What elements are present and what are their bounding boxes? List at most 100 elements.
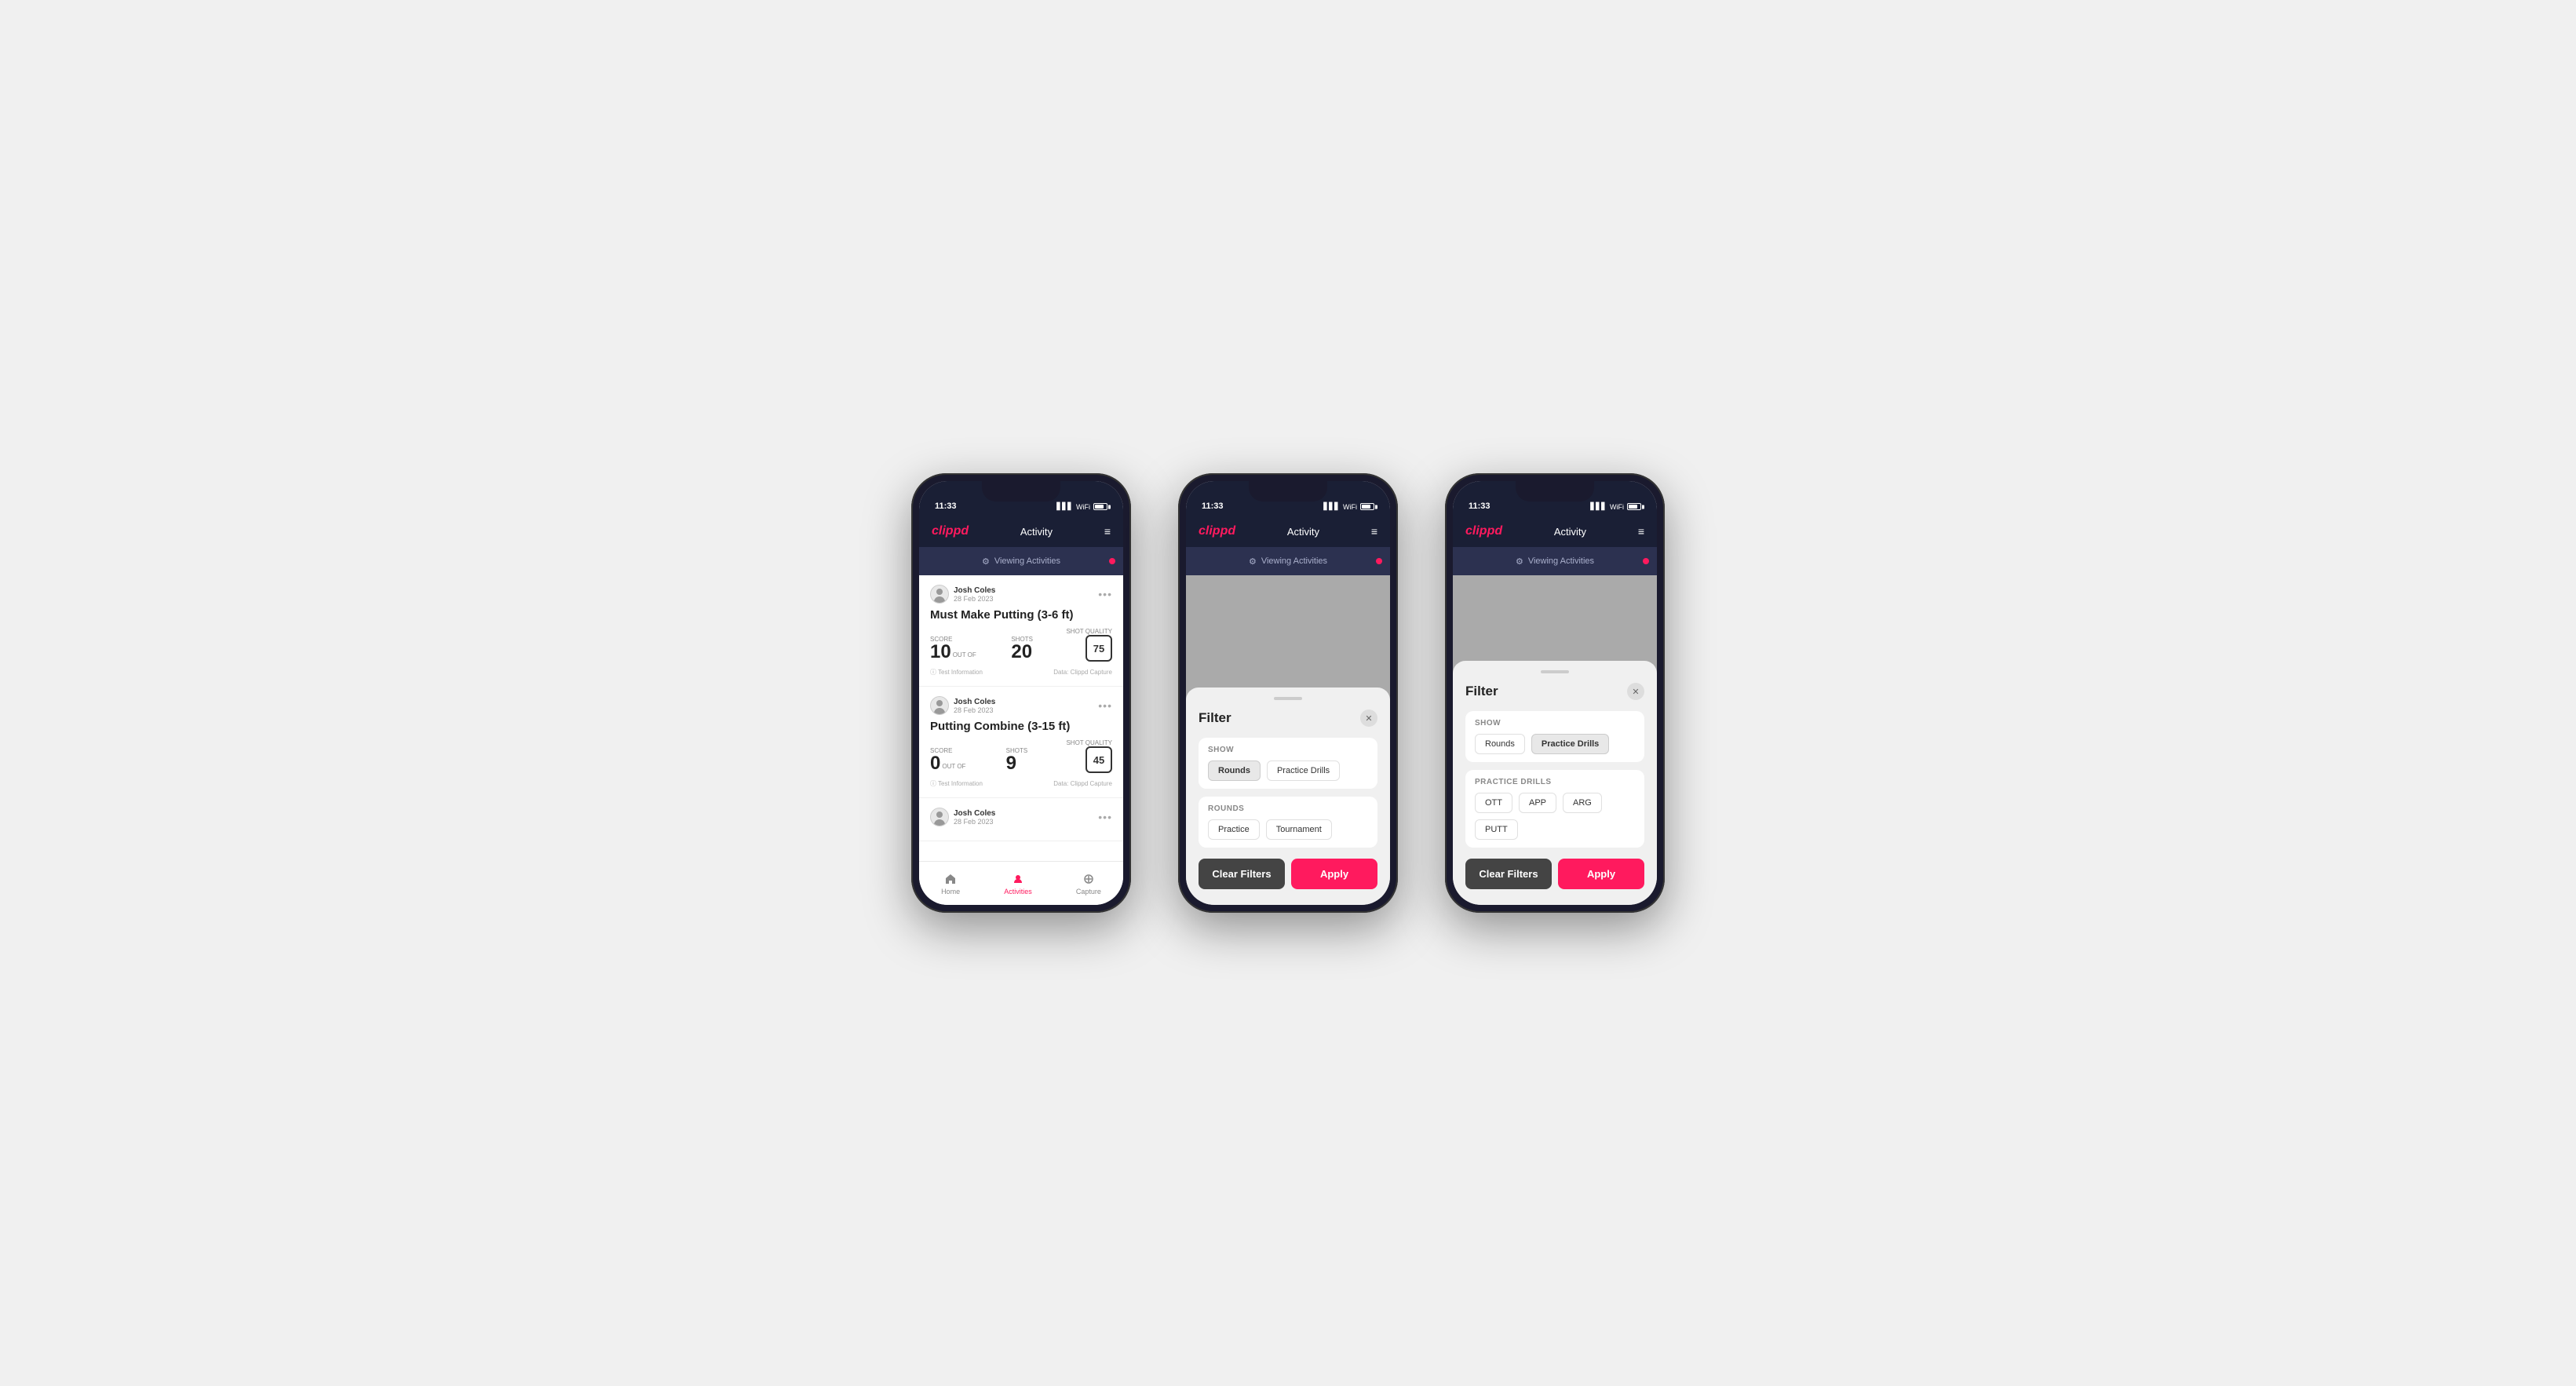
signal-icon: ▋▋▋ — [1056, 502, 1073, 511]
notification-dot-2 — [1376, 558, 1382, 564]
activity-title-2: Putting Combine (3-15 ft) — [930, 720, 1112, 733]
rounds-section-2: Rounds Practice Tournament — [1199, 797, 1377, 848]
score-value-2: 0 — [930, 754, 940, 773]
wifi-icon: WiFi — [1076, 503, 1090, 511]
notification-dot-3 — [1643, 558, 1649, 564]
user-date-2: 28 Feb 2023 — [954, 706, 995, 714]
rounds-toggle-2[interactable]: Rounds — [1208, 760, 1261, 781]
signal-icon-3: ▋▋▋ — [1590, 502, 1607, 511]
filter-sheet-3: Filter ✕ Show Rounds Practice Drills Pra… — [1453, 661, 1657, 905]
rounds-toggle-3[interactable]: Rounds — [1475, 734, 1525, 754]
nav-home[interactable]: Home — [941, 872, 960, 895]
out-of-1: OUT OF — [953, 651, 976, 658]
sheet-handle-2 — [1274, 697, 1302, 700]
top-nav-3: clippd Activity ≡ — [1453, 516, 1657, 547]
shots-value-1: 20 — [1011, 643, 1033, 662]
filter-sheet-2: Filter ✕ Show Rounds Practice Drills Rou… — [1186, 688, 1390, 905]
drills-label-3: Practice Drills — [1475, 778, 1635, 786]
avatar-2 — [930, 696, 949, 715]
nav-activities[interactable]: Activities — [1004, 872, 1032, 895]
data-source-2: Data: Clippd Capture — [1053, 780, 1112, 787]
apply-button-3[interactable]: Apply — [1558, 859, 1644, 889]
data-source-1: Data: Clippd Capture — [1053, 669, 1112, 676]
show-toggle-group-3: Rounds Practice Drills — [1475, 734, 1635, 754]
drills-toggle-group-3: OTT APP ARG PUTT — [1475, 793, 1635, 840]
viewing-bar-2: ⚙ Viewing Activities — [1186, 547, 1390, 575]
filter-header-3: Filter ✕ — [1465, 683, 1644, 700]
wifi-icon-2: WiFi — [1343, 503, 1357, 511]
user-date-1: 28 Feb 2023 — [954, 595, 995, 603]
app-btn-3[interactable]: APP — [1519, 793, 1556, 813]
practice-drills-toggle-3[interactable]: Practice Drills — [1531, 734, 1609, 754]
close-button-2[interactable]: ✕ — [1360, 709, 1377, 727]
show-label-3: Show — [1475, 719, 1635, 728]
nav-capture-label: Capture — [1076, 888, 1101, 895]
filter-title-2: Filter — [1199, 710, 1231, 726]
avatar-1 — [930, 585, 949, 604]
phone-3: 11:33 ▋▋▋ WiFi clippd Activity ≡ ⚙ Viewi… — [1445, 473, 1665, 913]
more-dots-1[interactable]: ••• — [1098, 588, 1112, 600]
sheet-handle-3 — [1541, 670, 1569, 673]
show-toggle-group-2: Rounds Practice Drills — [1208, 760, 1368, 781]
nav-menu-3[interactable]: ≡ — [1638, 525, 1644, 538]
wifi-icon-3: WiFi — [1610, 503, 1624, 511]
user-info-1: Josh Coles 28 Feb 2023 — [930, 585, 995, 604]
test-info-2: ⓘ Test Information — [930, 779, 983, 788]
shot-quality-1: 75 — [1085, 635, 1112, 662]
tournament-btn-2[interactable]: Tournament — [1266, 819, 1332, 840]
top-nav-2: clippd Activity ≡ — [1186, 516, 1390, 547]
apply-button-2[interactable]: Apply — [1291, 859, 1377, 889]
notch-3 — [1516, 481, 1594, 502]
nav-capture[interactable]: Capture — [1076, 872, 1101, 895]
signal-icon-2: ▋▋▋ — [1323, 502, 1340, 511]
nav-logo-1: clippd — [932, 524, 969, 538]
drills-section-3: Practice Drills OTT APP ARG PUTT — [1465, 770, 1644, 848]
close-button-3[interactable]: ✕ — [1627, 683, 1644, 700]
practice-round-btn-2[interactable]: Practice — [1208, 819, 1260, 840]
user-name-1: Josh Coles — [954, 586, 995, 595]
notification-dot-1 — [1109, 558, 1115, 564]
shots-value-2: 9 — [1006, 754, 1028, 773]
top-nav-1: clippd Activity ≡ — [919, 516, 1123, 547]
sq-label-1: Shot Quality — [1066, 628, 1112, 635]
status-time-3: 11:33 — [1469, 502, 1491, 511]
bottom-nav-1: Home Activities — [919, 861, 1123, 905]
more-dots-2[interactable]: ••• — [1098, 699, 1112, 712]
filter-actions-2: Clear Filters Apply — [1199, 859, 1377, 889]
phones-container: 11:33 ▋▋▋ WiFi clippd Activity ≡ ⚙ Viewi… — [911, 473, 1665, 913]
phone-1: 11:33 ▋▋▋ WiFi clippd Activity ≡ ⚙ Viewi… — [911, 473, 1131, 913]
activity-card-1[interactable]: Josh Coles 28 Feb 2023 ••• Must Make Put… — [919, 575, 1123, 687]
show-label-2: Show — [1208, 746, 1368, 754]
nav-logo-3: clippd — [1465, 524, 1502, 538]
nav-title-2: Activity — [1287, 526, 1319, 538]
shot-quality-2: 45 — [1085, 746, 1112, 773]
user-info-2: Josh Coles 28 Feb 2023 — [930, 696, 995, 715]
filter-title-3: Filter — [1465, 684, 1498, 699]
nav-title-3: Activity — [1554, 526, 1586, 538]
nav-menu-2[interactable]: ≡ — [1371, 525, 1377, 538]
viewing-bar-text-1: Viewing Activities — [994, 556, 1060, 566]
show-section-3: Show Rounds Practice Drills — [1465, 711, 1644, 762]
clear-filters-2[interactable]: Clear Filters — [1199, 859, 1285, 889]
arg-btn-3[interactable]: ARG — [1563, 793, 1602, 813]
avatar-3 — [930, 808, 949, 826]
score-value-1: 10 — [930, 643, 951, 662]
nav-home-label: Home — [941, 888, 960, 895]
clear-filters-3[interactable]: Clear Filters — [1465, 859, 1552, 889]
battery-icon-2 — [1360, 503, 1374, 510]
notch-2 — [1249, 481, 1327, 502]
activity-card-3: Josh Coles 28 Feb 2023 ••• — [919, 798, 1123, 841]
ott-btn-3[interactable]: OTT — [1475, 793, 1512, 813]
practice-drills-toggle-2[interactable]: Practice Drills — [1267, 760, 1340, 781]
putt-btn-3[interactable]: PUTT — [1475, 819, 1518, 840]
activity-card-2[interactable]: Josh Coles 28 Feb 2023 ••• Putting Combi… — [919, 687, 1123, 798]
rounds-toggle-group-2: Practice Tournament — [1208, 819, 1368, 840]
content-1: Josh Coles 28 Feb 2023 ••• Must Make Put… — [919, 575, 1123, 861]
battery-icon-3 — [1627, 503, 1641, 510]
show-section-2: Show Rounds Practice Drills — [1199, 738, 1377, 789]
out-of-2: OUT OF — [942, 763, 965, 770]
more-dots-3[interactable]: ••• — [1098, 811, 1112, 823]
filter-actions-3: Clear Filters Apply — [1465, 859, 1644, 889]
activity-title-1: Must Make Putting (3-6 ft) — [930, 608, 1112, 622]
nav-menu-1[interactable]: ≡ — [1104, 525, 1111, 538]
